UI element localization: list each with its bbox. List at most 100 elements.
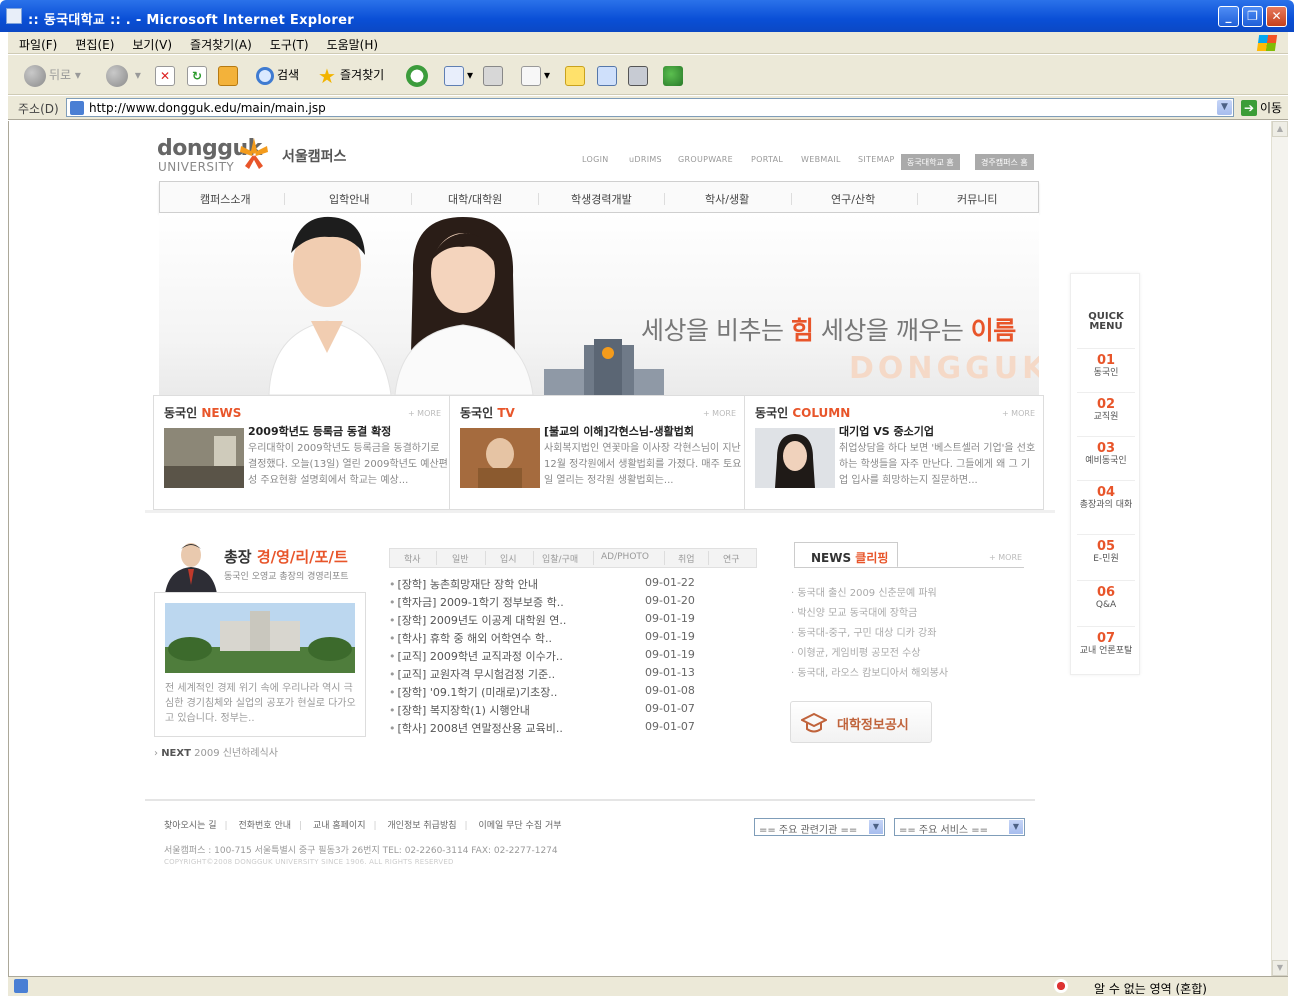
menu-view[interactable]: 보기(V)	[121, 32, 179, 53]
gnb-groupware-link[interactable]: GROUPWARE	[678, 155, 733, 164]
notice-row[interactable]: • [장학] 복지장학(1) 시행안내 09-01-07	[389, 702, 709, 720]
quick-item-03[interactable]: 03 예비동국인	[1077, 436, 1135, 467]
column-thumbnail-image[interactable]	[755, 428, 835, 488]
print-button[interactable]	[483, 63, 506, 87]
menu-favorites[interactable]: 즐겨찾기(A)	[179, 32, 259, 53]
related-institutions-select[interactable]: == 주요 관련기관 == ▼	[754, 818, 885, 836]
clipping-more-link[interactable]: + MORE	[989, 553, 1022, 562]
tv-title-link[interactable]: [불교의 이해]각현스님-생활법회	[544, 423, 694, 439]
quick-item-04[interactable]: 04 총장과의 대화	[1077, 480, 1135, 511]
notice-row[interactable]: • [장학] 농촌희망재단 장학 안내 09-01-22	[389, 576, 709, 594]
scroll-down-icon[interactable]: ▼	[1272, 960, 1288, 976]
menu-tools[interactable]: 도구(T)	[259, 32, 316, 53]
go-button[interactable]: ➔ 이동	[1241, 99, 1282, 116]
notice-row[interactable]: • [장학] '09.1학기 (미래로)기초장.. 09-01-08	[389, 684, 709, 702]
quick-item-01[interactable]: 01 동국인	[1077, 348, 1135, 379]
favorites-button[interactable]: ★ 즐겨찾기	[317, 63, 384, 87]
main-services-select[interactable]: == 주요 서비스 == ▼	[894, 818, 1025, 836]
tv-more-link[interactable]: + MORE	[703, 409, 736, 418]
notice-date: 09-01-19	[645, 612, 695, 625]
quick-item-06[interactable]: 06 Q&A	[1077, 580, 1135, 611]
footer-link-directions[interactable]: 찾아오시는 길	[164, 821, 217, 831]
news-title-link[interactable]: 2009학년도 등록금 동결 확정	[248, 423, 391, 439]
gnb-sitemap-link[interactable]: SITEMAP	[858, 155, 895, 164]
bullet: •	[389, 704, 396, 717]
notice-row[interactable]: • [학사] 2008년 연말정산용 교육비.. 09-01-07	[389, 720, 709, 738]
gyeongju-home-button[interactable]: 경주캠퍼스 홈	[975, 154, 1034, 170]
column-more-link[interactable]: + MORE	[1002, 409, 1035, 418]
quick-item-07[interactable]: 07 교내 언론포탈	[1077, 626, 1135, 657]
history-button[interactable]	[406, 63, 431, 87]
gnb-webmail-link[interactable]: WEBMAIL	[801, 155, 841, 164]
minimize-button[interactable]: _	[1218, 6, 1239, 27]
research-button[interactable]	[597, 63, 620, 87]
search-button[interactable]: 검색	[256, 63, 299, 87]
tab-academic[interactable]: 학사	[404, 552, 421, 565]
clipping-item[interactable]: · 동국대 출신 2009 신춘문예 파워	[791, 584, 1021, 599]
edit-button[interactable]: ▾	[521, 63, 550, 87]
vertical-scrollbar[interactable]: ▲ ▼	[1271, 121, 1288, 976]
clipping-item[interactable]: · 박신양 모교 동국대에 장학금	[791, 604, 1021, 619]
menu-help[interactable]: 도움말(H)	[316, 32, 386, 53]
news-clipping-tab[interactable]: NEWS 클리핑	[794, 542, 898, 568]
notice-row[interactable]: • [장학] 2009년도 이공계 대학원 연.. 09-01-19	[389, 612, 709, 630]
nav-campus-intro[interactable]: 캠퍼스소개	[200, 191, 251, 207]
clipping-item[interactable]: · 동국대, 라오스 캄보디아서 해외봉사	[791, 664, 1021, 679]
tab-research[interactable]: 연구	[723, 552, 740, 565]
news-thumbnail-image[interactable]	[164, 428, 244, 488]
tab-employment[interactable]: 취업	[678, 552, 695, 565]
nav-admissions[interactable]: 입학안내	[329, 191, 369, 207]
university-info-disclosure-button[interactable]: 대학정보공시	[790, 701, 932, 743]
scroll-up-icon[interactable]: ▲	[1272, 121, 1288, 137]
nav-community[interactable]: 커뮤니티	[957, 191, 997, 207]
stop-button[interactable]: ✕	[155, 63, 178, 87]
notice-row[interactable]: • [학사] 휴학 중 해외 어학연수 학.. 09-01-19	[389, 630, 709, 648]
slogan-highlight-2: 이름	[970, 316, 1017, 345]
tab-general[interactable]: 일반	[452, 552, 469, 565]
footer-link-homepages[interactable]: 교내 홈페이지	[313, 821, 366, 831]
gnb-portal-link[interactable]: PORTAL	[751, 155, 783, 164]
gnb-login-link[interactable]: LOGIN	[582, 155, 609, 164]
tv-thumbnail-image[interactable]	[460, 428, 540, 488]
quick-item-label: 교내 언론포탈	[1079, 646, 1133, 656]
people-button[interactable]	[663, 63, 686, 87]
dongguk-home-button[interactable]: 동국대학교 홈	[901, 154, 960, 170]
menu-edit[interactable]: 편집(E)	[64, 32, 121, 53]
footer-link-phone[interactable]: 전화번호 안내	[238, 821, 291, 831]
refresh-button[interactable]: ↻	[187, 63, 210, 87]
address-input[interactable]: http://www.dongguk.edu/main/main.jsp ▼	[66, 98, 1234, 117]
clipping-item[interactable]: · 동국대-중구, 구민 대상 디카 강좌	[791, 624, 1021, 639]
president-report-box[interactable]: 전 세계적인 경제 위기 속에 우리나라 역시 극심한 경기침체와 실업의 공포…	[154, 592, 366, 737]
clipping-item[interactable]: · 이형균, 게임비평 공모전 수상	[791, 644, 1021, 659]
nav-research[interactable]: 연구/산학	[831, 191, 875, 207]
address-dropdown-icon[interactable]: ▼	[1217, 100, 1232, 115]
tab-admission[interactable]: 입시	[500, 552, 517, 565]
quick-item-02[interactable]: 02 교직원	[1077, 392, 1135, 423]
column-title-link[interactable]: 대기업 VS 중소기업	[839, 423, 934, 439]
tab-ad-photo[interactable]: AD/PHOTO	[601, 552, 649, 562]
tab-bidding[interactable]: 입찰/구매	[542, 552, 578, 565]
mail-button[interactable]: ▾	[444, 63, 473, 87]
notice-row[interactable]: • [교직] 2009학년 교직과정 이수가.. 09-01-19	[389, 648, 709, 666]
back-button[interactable]: 뒤로 ▾	[24, 63, 81, 87]
messenger-button[interactable]	[628, 63, 651, 87]
president-next-link[interactable]: › NEXT 2009 신년하례식사	[154, 744, 278, 759]
dongguk-logo[interactable]: dongguk UNIVERSITY 서울캠퍼스	[157, 136, 346, 174]
notice-date: 09-01-07	[645, 702, 695, 715]
restore-button[interactable]: ❐	[1242, 6, 1263, 27]
notice-row[interactable]: • [교직] 교원자격 무시험검정 기준.. 09-01-13	[389, 666, 709, 684]
menu-file[interactable]: 파일(F)	[8, 32, 64, 53]
news-more-link[interactable]: + MORE	[408, 409, 441, 418]
quick-item-05[interactable]: 05 E-민원	[1077, 534, 1135, 565]
discuss-button[interactable]	[565, 63, 588, 87]
forward-button[interactable]: ▾	[106, 63, 141, 87]
nav-colleges[interactable]: 대학/대학원	[448, 191, 502, 207]
gnb-udrims-link[interactable]: uDRIMS	[629, 155, 662, 164]
home-button[interactable]	[218, 63, 241, 87]
footer-link-email-policy[interactable]: 이메일 무단 수집 거부	[478, 821, 561, 831]
notice-row[interactable]: • [학자금] 2009-1학기 정부보증 학.. 09-01-20	[389, 594, 709, 612]
close-button[interactable]: ✕	[1266, 6, 1287, 27]
nav-career[interactable]: 학생경력개발	[571, 191, 632, 207]
nav-academic-life[interactable]: 학사/생활	[705, 191, 749, 207]
footer-link-privacy[interactable]: 개인정보 취급방침	[387, 821, 456, 831]
